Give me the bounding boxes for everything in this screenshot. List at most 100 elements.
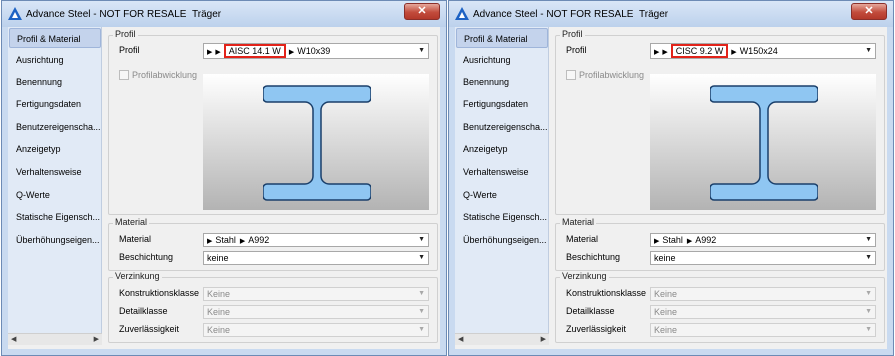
material-group: Material Material ▶ Stahl ▶ A992 ▼ Beschich… xyxy=(555,217,885,271)
sidebar-item-profil-material[interactable]: Profil & Material xyxy=(9,28,101,48)
detailklasse-select[interactable]: Keine ▼ xyxy=(650,305,876,319)
scroll-left-icon[interactable]: ◀ xyxy=(11,335,16,343)
scroll-right-icon[interactable]: ▶ xyxy=(541,335,546,343)
content-panel: Profil Profil ▶ ▶ AISC 14.1 W ▶ W10x39 ▼ Pro… xyxy=(108,27,442,349)
triangle-right-icon: ▶ xyxy=(731,49,737,56)
chevron-down-icon: ▼ xyxy=(865,254,872,261)
triangle-right-icon: ▶ xyxy=(207,238,213,245)
scroll-right-icon[interactable]: ▶ xyxy=(94,335,99,343)
chevron-down-icon: ▼ xyxy=(418,236,425,243)
sidebar-item-anzeigetyp[interactable]: Anzeigetyp xyxy=(456,139,548,159)
triangle-right-icon: ▶ xyxy=(654,49,660,56)
sidebar-item-statische-eigenschaften[interactable]: Statische Eigensch... xyxy=(9,207,101,227)
sidebar-scrollbar[interactable]: ◀ ▶ xyxy=(8,333,102,345)
title-bar[interactable]: Advance Steel - NOT FOR RESALE Träger ✕ xyxy=(449,1,893,27)
profilabwicklung-checkbox[interactable] xyxy=(566,70,576,80)
detailklasse-select[interactable]: Keine ▼ xyxy=(203,305,429,319)
scroll-left-icon[interactable]: ◀ xyxy=(458,335,463,343)
beam-dialog-window-1: Advance Steel - NOT FOR RESALE Träger ✕ … xyxy=(1,0,447,356)
sidebar-item-benutzereigenschaften[interactable]: Benutzereigenscha... xyxy=(456,117,548,137)
material-selector[interactable]: ▶ Stahl ▶ A992 ▼ xyxy=(203,233,429,247)
chevron-down-icon: ▼ xyxy=(418,326,425,333)
zuverlaessigkeit-label: Zuverlässigkeit xyxy=(566,324,627,334)
chevron-down-icon: ▼ xyxy=(865,326,872,333)
beschichtung-select[interactable]: keine ▼ xyxy=(203,251,429,265)
material-group-label: Material xyxy=(560,217,597,227)
chevron-down-icon: ▼ xyxy=(418,308,425,315)
material-type: Stahl xyxy=(662,235,683,245)
advance-steel-logo-icon xyxy=(8,7,22,20)
sidebar-item-benennung[interactable]: Benennung xyxy=(9,72,101,92)
verzinkung-group: Verzinkung Konstruktionsklasse Keine ▼ D… xyxy=(108,271,438,343)
profil-group: Profil Profil ▶ ▶ CISC 9.2 W ▶ W150x24 ▼ Pro… xyxy=(555,29,885,215)
konstruktionsklasse-value: Keine xyxy=(207,289,231,299)
sidebar-item-fertigungsdaten[interactable]: Fertigungsdaten xyxy=(9,94,101,114)
konstruktionsklasse-label: Konstruktionsklasse xyxy=(566,288,647,298)
chevron-down-icon: ▼ xyxy=(865,308,872,315)
chevron-down-icon: ▼ xyxy=(418,47,425,54)
detailklasse-value: Keine xyxy=(207,307,231,317)
triangle-right-icon: ▶ xyxy=(239,238,246,245)
sidebar-item-verhaltensweise[interactable]: Verhaltensweise xyxy=(9,162,101,182)
profil-selector[interactable]: ▶ ▶ CISC 9.2 W ▶ W150x24 ▼ xyxy=(650,43,876,59)
triangle-right-icon: ▶ xyxy=(654,238,660,245)
zuverlaessigkeit-select[interactable]: Keine ▼ xyxy=(650,323,876,337)
detailklasse-label: Detailklasse xyxy=(119,306,168,316)
triangle-right-icon: ▶ xyxy=(288,49,295,56)
sidebar-item-benutzereigenschaften[interactable]: Benutzereigenscha... xyxy=(9,117,101,137)
zuverlaessigkeit-value: Keine xyxy=(207,325,231,335)
verzinkung-group-label: Verzinkung xyxy=(113,271,162,281)
material-label: Material xyxy=(119,234,152,244)
triangle-right-icon: ▶ xyxy=(686,238,693,245)
beschichtung-value: keine xyxy=(654,253,676,263)
close-button[interactable]: ✕ xyxy=(404,3,440,20)
sidebar-item-fertigungsdaten[interactable]: Fertigungsdaten xyxy=(456,94,548,114)
material-label: Material xyxy=(566,234,599,244)
konstruktionsklasse-select[interactable]: Keine ▼ xyxy=(203,287,429,301)
material-grade: A992 xyxy=(695,235,717,245)
i-beam-section-icon xyxy=(710,85,818,201)
sidebar-item-profil-material[interactable]: Profil & Material xyxy=(456,28,548,48)
material-grade: A992 xyxy=(248,235,270,245)
sidebar-item-verhaltensweise[interactable]: Verhaltensweise xyxy=(456,162,548,182)
profilabwicklung-checkbox[interactable] xyxy=(119,70,129,80)
beschichtung-label: Beschichtung xyxy=(566,252,621,262)
profil-group-label: Profil xyxy=(113,29,138,39)
material-type: Stahl xyxy=(215,235,236,245)
profilabwicklung-label: Profilabwicklung xyxy=(132,70,198,80)
sidebar-item-ueberhoehungseigenschaften[interactable]: Überhöhungseigen... xyxy=(9,230,101,250)
profil-selector[interactable]: ▶ ▶ AISC 14.1 W ▶ W10x39 ▼ xyxy=(203,43,429,59)
profil-label: Profil xyxy=(119,45,140,55)
profil-group-label: Profil xyxy=(560,29,585,39)
detailklasse-label: Detailklasse xyxy=(566,306,615,316)
beschichtung-label: Beschichtung xyxy=(119,252,174,262)
i-beam-section-icon xyxy=(263,85,371,201)
sidebar-scrollbar[interactable]: ◀ ▶ xyxy=(455,333,549,345)
beschichtung-select[interactable]: keine ▼ xyxy=(650,251,876,265)
profil-label: Profil xyxy=(566,45,587,55)
konstruktionsklasse-label: Konstruktionsklasse xyxy=(119,288,200,298)
sidebar-item-q-werte[interactable]: Q-Werte xyxy=(9,185,101,205)
profil-standard: CISC 9.2 W xyxy=(670,44,729,58)
sidebar-item-ausrichtung[interactable]: Ausrichtung xyxy=(456,50,548,70)
close-button[interactable]: ✕ xyxy=(851,3,887,20)
advance-steel-logo-icon xyxy=(455,7,469,20)
zuverlaessigkeit-select[interactable]: Keine ▼ xyxy=(203,323,429,337)
sidebar: Profil & Material Ausrichtung Benennung … xyxy=(8,27,102,345)
sidebar-item-ausrichtung[interactable]: Ausrichtung xyxy=(9,50,101,70)
sidebar-item-benennung[interactable]: Benennung xyxy=(456,72,548,92)
close-icon: ✕ xyxy=(417,5,427,17)
title-bar[interactable]: Advance Steel - NOT FOR RESALE Träger ✕ xyxy=(2,1,446,27)
verzinkung-group: Verzinkung Konstruktionsklasse Keine ▼ D… xyxy=(555,271,885,343)
chevron-down-icon: ▼ xyxy=(418,290,425,297)
sidebar: Profil & Material Ausrichtung Benennung … xyxy=(455,27,549,345)
profile-preview xyxy=(650,74,876,210)
sidebar-item-anzeigetyp[interactable]: Anzeigetyp xyxy=(9,139,101,159)
konstruktionsklasse-select[interactable]: Keine ▼ xyxy=(650,287,876,301)
triangle-right-icon: ▶ xyxy=(662,49,668,56)
sidebar-item-q-werte[interactable]: Q-Werte xyxy=(456,185,548,205)
sidebar-item-statische-eigenschaften[interactable]: Statische Eigensch... xyxy=(456,207,548,227)
material-selector[interactable]: ▶ Stahl ▶ A992 ▼ xyxy=(650,233,876,247)
sidebar-item-ueberhoehungseigenschaften[interactable]: Überhöhungseigen... xyxy=(456,230,548,250)
chevron-down-icon: ▼ xyxy=(865,290,872,297)
